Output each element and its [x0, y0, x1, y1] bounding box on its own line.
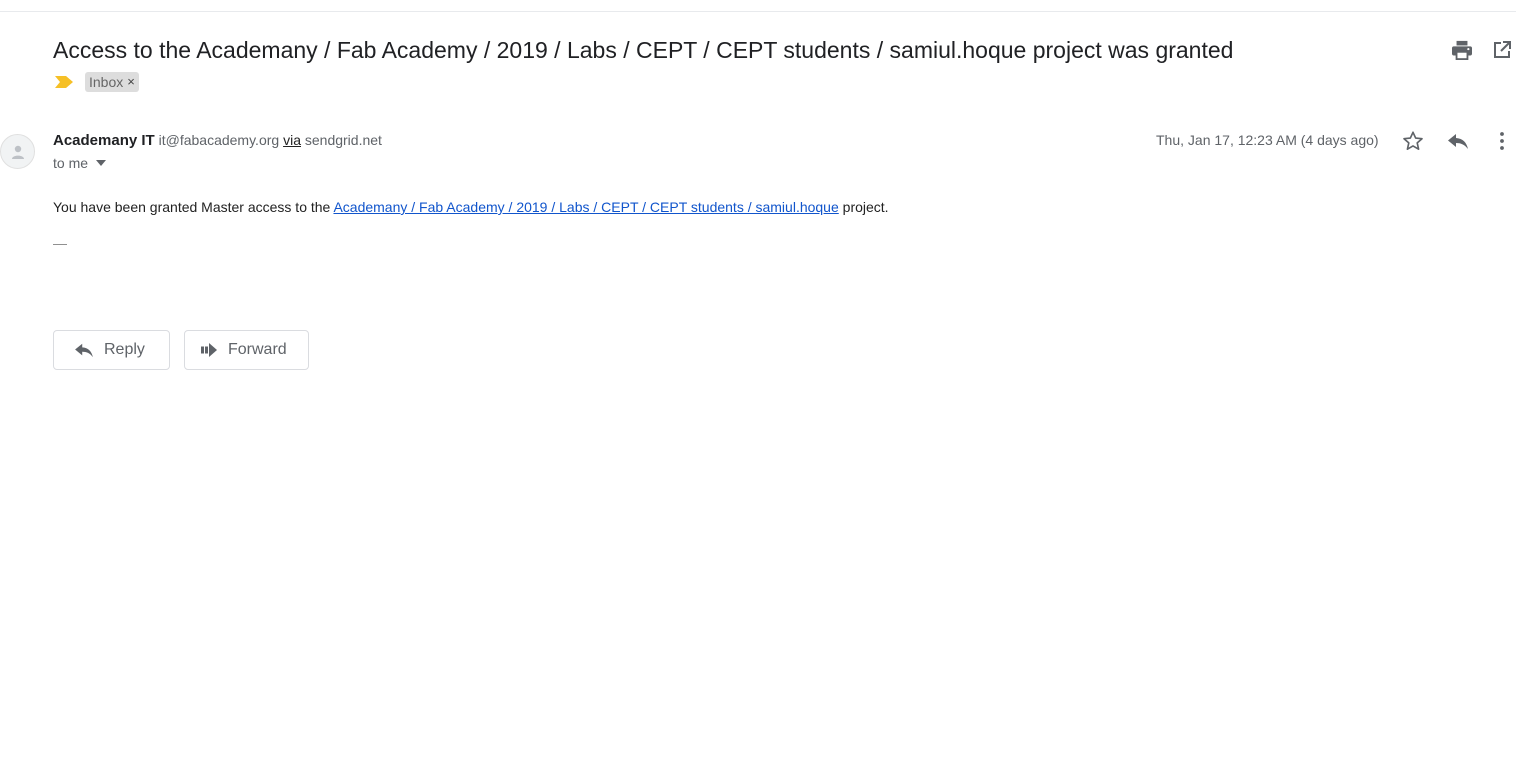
message-date: Thu, Jan 17, 12:23 AM (4 days ago) — [1156, 132, 1379, 148]
caret-down-icon — [96, 160, 107, 166]
remove-label-button[interactable]: × — [127, 72, 135, 92]
reply-button-label: Reply — [104, 341, 145, 358]
email-subject: Access to the Academany / Fab Academy / … — [53, 37, 1234, 63]
more-vertical-icon[interactable] — [1497, 131, 1507, 151]
reply-icon — [75, 343, 93, 358]
sender-name[interactable]: Academany IT — [53, 132, 155, 149]
sender-email: it@fabacademy.org — [158, 132, 280, 148]
sender-line: Academany IT it@fabacademy.org via sendg… — [53, 130, 382, 151]
person-icon — [11, 145, 24, 159]
forward-button[interactable]: Forward — [184, 330, 309, 370]
forward-button-label: Forward — [228, 341, 287, 358]
message-body: You have been granted Master access to t… — [53, 197, 889, 217]
label-name: Inbox — [89, 74, 124, 90]
avatar[interactable] — [0, 134, 35, 169]
star-icon[interactable] — [1402, 130, 1424, 152]
body-suffix: project. — [838, 199, 889, 215]
body-prefix: You have been granted Master access to t… — [53, 199, 334, 215]
project-link[interactable]: Academany / Fab Academy / 2019 / Labs / … — [333, 199, 838, 215]
reply-button[interactable]: Reply — [53, 330, 170, 370]
label-chip-inbox: Inbox × — [85, 72, 139, 92]
via-domain: sendgrid.net — [304, 132, 382, 148]
forward-icon — [201, 343, 217, 357]
recipient-details-toggle[interactable]: to me — [53, 154, 107, 172]
importance-marker-icon[interactable] — [54, 75, 74, 89]
reply-icon[interactable] — [1447, 132, 1469, 150]
signature-separator: — — [53, 235, 67, 251]
via-link[interactable]: via — [283, 132, 301, 148]
open-in-new-window-icon[interactable] — [1493, 41, 1511, 59]
recipient-text: to me — [53, 155, 89, 171]
print-icon[interactable] — [1451, 40, 1473, 60]
top-divider — [0, 11, 1516, 12]
